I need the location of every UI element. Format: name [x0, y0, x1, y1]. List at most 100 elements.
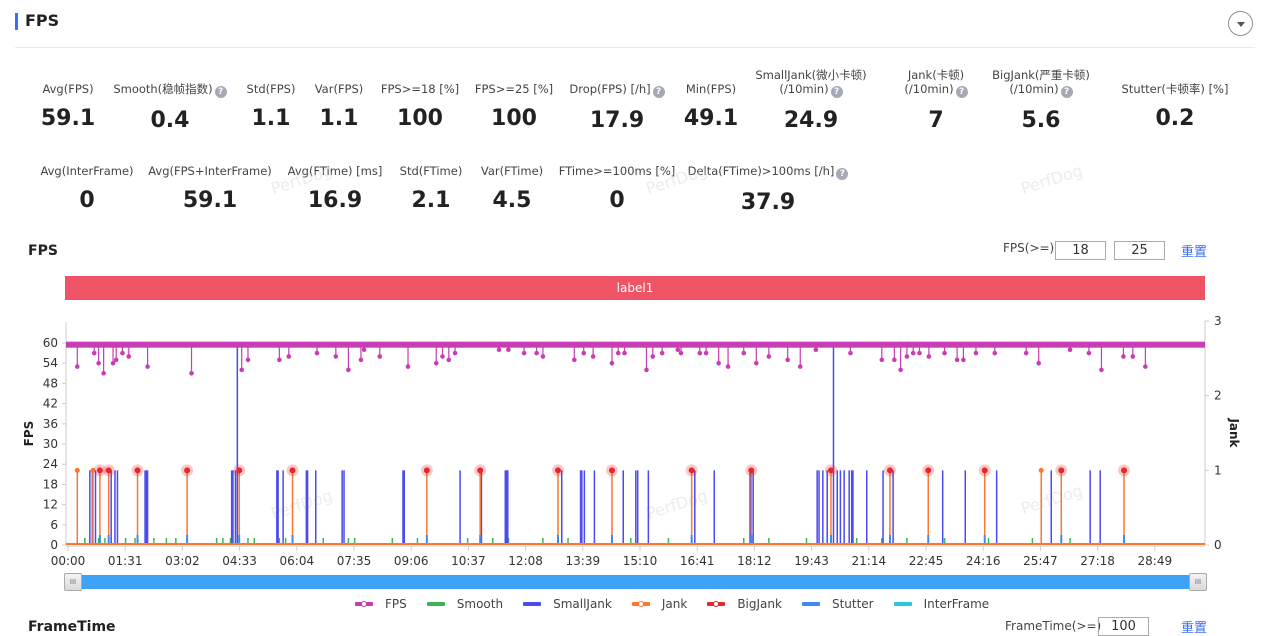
- y-tick-label: 24: [43, 457, 58, 471]
- y-right-tick-label: 3: [1214, 314, 1222, 328]
- x-tick-label: 06:04: [280, 554, 315, 568]
- fps-point: [741, 350, 747, 356]
- fps-point: [314, 350, 320, 356]
- fps-threshold-2-input[interactable]: 25: [1114, 241, 1165, 260]
- legend-swatch: [801, 602, 820, 606]
- slider-handle-left[interactable]: III: [64, 573, 82, 591]
- y-tick-label: 48: [43, 376, 58, 390]
- fps-point: [346, 367, 351, 373]
- bigjank-point: [134, 467, 141, 474]
- bigjank-point: [1058, 467, 1065, 474]
- fps-point: [1036, 360, 1041, 366]
- legend-label: Smooth: [456, 597, 504, 611]
- x-tick-label: 21:14: [852, 554, 887, 568]
- x-tick-label: 25:47: [1023, 554, 1058, 568]
- legend-item-interframe[interactable]: InterFrame: [893, 597, 990, 611]
- legend-item-jank[interactable]: Jank: [631, 597, 687, 611]
- x-tick-label: 10:37: [451, 554, 486, 568]
- fps-point: [540, 354, 546, 359]
- fps-point: [904, 354, 910, 359]
- fps-point: [678, 350, 684, 356]
- fps-point: [992, 350, 998, 356]
- help-icon[interactable]: ?: [836, 168, 849, 180]
- fps-point: [145, 364, 150, 369]
- fps-point: [1023, 350, 1029, 356]
- fps-point: [1099, 367, 1104, 373]
- legend-label: Stutter: [831, 597, 874, 611]
- fps-point: [96, 360, 101, 366]
- chart-title: FPS: [28, 243, 58, 259]
- legend-swatch: [631, 601, 650, 607]
- fps-point: [697, 350, 703, 356]
- frametime-threshold-input[interactable]: 100: [1098, 617, 1149, 636]
- help-icon[interactable]: ?: [1060, 86, 1073, 98]
- legend-swatch: [893, 602, 912, 606]
- fps-point: [622, 350, 627, 356]
- reset-button[interactable]: 重置: [1181, 241, 1207, 260]
- zoom-slider[interactable]: III III: [64, 573, 1207, 591]
- legend-item-smooth[interactable]: Smooth: [426, 597, 504, 611]
- legend-item-stutter[interactable]: Stutter: [801, 597, 874, 611]
- legend-item-smalljank[interactable]: SmallJank: [523, 597, 612, 611]
- bigjank-point: [184, 467, 191, 474]
- legend-label: InterFrame: [923, 597, 990, 611]
- chart-legend: FPS Smooth SmallJank Jank BigJank Stutter Inte…: [355, 597, 1009, 611]
- fps-point: [1067, 347, 1073, 353]
- legend-swatch: [355, 601, 373, 607]
- bigjank-point: [105, 467, 112, 474]
- bigjank-point: [554, 467, 561, 474]
- fps-point: [101, 371, 106, 376]
- fps-filter-label: FPS(>=): [1003, 241, 1055, 255]
- y-right-tick-label: 2: [1214, 389, 1222, 403]
- fps-point: [644, 367, 649, 373]
- fps-point: [954, 357, 960, 363]
- fps-point: [961, 357, 966, 363]
- legend-item-bigjank[interactable]: BigJank: [707, 597, 782, 611]
- fps-point: [659, 350, 665, 356]
- fps-point: [440, 354, 445, 359]
- frametime-filter-label: FrameTime(>=): [1005, 619, 1102, 633]
- fps-point: [534, 350, 539, 356]
- y-tick-label: 0: [50, 538, 58, 552]
- legend-swatch: [707, 601, 726, 607]
- fps-threshold-1-input[interactable]: 18: [1055, 241, 1106, 260]
- legend-item-fps[interactable]: FPS: [355, 597, 407, 611]
- fps-point: [879, 357, 885, 363]
- y-right-axis-title: Jank: [1227, 417, 1241, 448]
- fps-point: [361, 347, 367, 353]
- fps-point: [277, 357, 282, 363]
- legend-label: SmallJank: [553, 597, 612, 611]
- jank-point: [1038, 467, 1044, 473]
- bigjank-point: [748, 467, 755, 474]
- watermark: PerfDog: [1018, 160, 1085, 199]
- fps-point: [1121, 354, 1126, 359]
- label-bar[interactable]: label1: [65, 276, 1205, 300]
- slider-handle-right[interactable]: III: [1189, 573, 1207, 591]
- bigjank-point: [1121, 467, 1128, 474]
- fps-point: [286, 354, 292, 359]
- y-tick-label: 54: [43, 356, 58, 370]
- next-section-title: FrameTime: [28, 619, 116, 635]
- caret-down-icon[interactable]: [1228, 11, 1253, 36]
- x-tick-label: 04:33: [222, 554, 257, 568]
- bigjank-point: [981, 467, 988, 474]
- fps-point: [615, 350, 621, 356]
- fps-point: [377, 354, 383, 359]
- fps-point: [91, 350, 97, 356]
- fps-point: [521, 350, 527, 356]
- x-tick-label: 28:49: [1138, 554, 1173, 568]
- fps-point: [797, 364, 803, 369]
- bigjank-point: [423, 467, 430, 474]
- jank-point: [74, 467, 80, 473]
- fps-point: [74, 364, 80, 369]
- x-tick-label: 22:45: [909, 554, 944, 568]
- bigjank-point: [289, 467, 296, 474]
- metric-label-text: Stutter(卡顿率) [%]: [1121, 82, 1229, 96]
- x-tick-label: 19:43: [794, 554, 829, 568]
- bigjank-point: [688, 467, 695, 474]
- fps-point: [446, 357, 452, 363]
- bigjank-point: [827, 467, 834, 474]
- x-tick-label: 18:12: [737, 554, 772, 568]
- frametime-reset-button[interactable]: 重置: [1181, 617, 1207, 636]
- fps-point: [725, 364, 731, 369]
